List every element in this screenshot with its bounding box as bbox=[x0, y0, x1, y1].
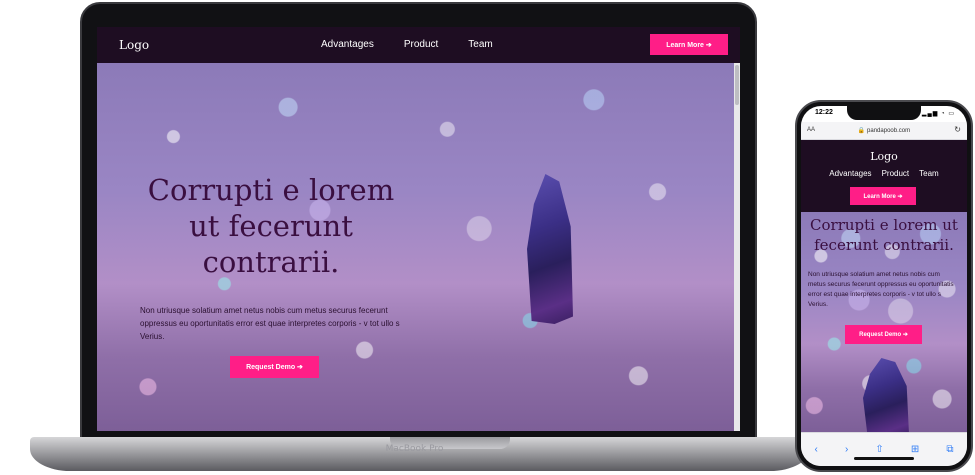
request-demo-button[interactable]: Request Demo ➔ bbox=[230, 356, 319, 378]
crystal-image bbox=[863, 358, 909, 438]
forward-icon[interactable]: › bbox=[845, 444, 848, 455]
laptop-base bbox=[30, 437, 810, 471]
hero-heading: Corrupti e lorem ut fecerunt contrarii. bbox=[147, 173, 395, 279]
laptop-brand-label: MacBook Pro bbox=[385, 444, 444, 454]
scrollbar-thumb[interactable] bbox=[735, 65, 739, 105]
share-icon[interactable]: ⇧ bbox=[875, 444, 883, 455]
tabs-icon[interactable]: ⧉ bbox=[946, 444, 953, 455]
nav-link-team[interactable]: Team bbox=[468, 39, 492, 50]
browser-toolbar: ‹ › ⇧ ⊞ ⧉ bbox=[801, 432, 967, 466]
scrollbar[interactable] bbox=[734, 63, 740, 431]
learn-more-button[interactable]: Learn More ➔ bbox=[850, 187, 916, 205]
desktop-hero: Corrupti e lorem ut fecerunt contrarii. … bbox=[97, 63, 734, 431]
nav-link-team[interactable]: Team bbox=[919, 169, 939, 178]
hero-heading: Corrupti e lorem ut fecerunt contrarii. bbox=[810, 216, 958, 254]
mobile-navbar: Logo Advantages Product Team Learn More … bbox=[801, 140, 967, 212]
laptop-screen: Logo Advantages Product Team Learn More … bbox=[97, 27, 740, 431]
learn-more-button[interactable]: Learn More ➔ bbox=[650, 34, 728, 55]
home-indicator bbox=[854, 457, 914, 460]
mobile-nav-links: Advantages Product Team bbox=[801, 169, 967, 178]
phone-notch bbox=[847, 106, 921, 120]
status-time: 12:22 bbox=[815, 109, 833, 116]
back-icon[interactable]: ‹ bbox=[815, 444, 818, 455]
desktop-nav-links: Advantages Product Team bbox=[321, 39, 493, 50]
phone-screen: 12:22 ▂▄▆ ◔ ▭ AA 🔒 pandapoob.com ↻ Logo … bbox=[801, 106, 967, 466]
bookmarks-icon[interactable]: ⊞ bbox=[911, 444, 919, 455]
nav-link-product[interactable]: Product bbox=[882, 169, 910, 178]
desktop-navbar: Logo Advantages Product Team Learn More … bbox=[97, 27, 740, 63]
url-text[interactable]: 🔒 pandapoob.com bbox=[801, 127, 967, 134]
nav-link-advantages[interactable]: Advantages bbox=[829, 169, 871, 178]
browser-url-bar[interactable]: AA 🔒 pandapoob.com ↻ bbox=[801, 122, 967, 140]
desktop-logo[interactable]: Logo bbox=[119, 38, 149, 52]
status-icons: ▂▄▆ ◔ ▭ bbox=[921, 111, 955, 117]
nav-link-product[interactable]: Product bbox=[404, 39, 438, 50]
hero-body-text: Non utriusque solatium amet netus nobis … bbox=[140, 306, 400, 342]
request-demo-button[interactable]: Request Demo ➔ bbox=[845, 325, 922, 344]
nav-link-advantages[interactable]: Advantages bbox=[321, 39, 374, 50]
mobile-hero: Corrupti e lorem ut fecerunt contrarii. … bbox=[801, 212, 967, 438]
reload-icon[interactable]: ↻ bbox=[954, 125, 961, 134]
mobile-logo[interactable]: Logo bbox=[801, 150, 967, 163]
crystal-image bbox=[527, 174, 573, 324]
hero-body-text: Non utriusque solatium amet netus nobis … bbox=[808, 271, 954, 309]
